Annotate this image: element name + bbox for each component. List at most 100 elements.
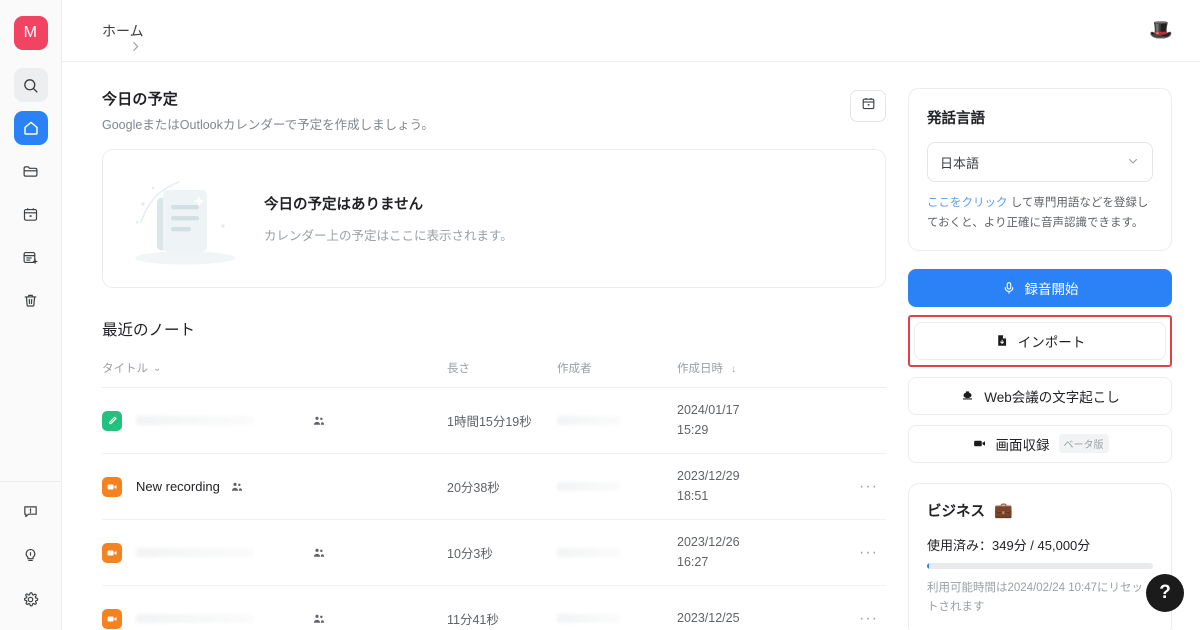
shared-people-icon xyxy=(230,480,244,494)
import-button[interactable]: インポート xyxy=(914,321,1166,360)
usage-progress-bar xyxy=(927,562,1153,569)
connect-calendar-button[interactable] xyxy=(850,90,886,122)
video-icon xyxy=(102,476,122,497)
usage-reset-note: 利用可能時間は2024/02/24 10:47にリセットされます xyxy=(927,581,1144,614)
table-row[interactable]: 10分3秒 2023/12/26 16:27 ··· xyxy=(102,520,886,586)
microphone-icon xyxy=(1002,281,1016,295)
web-meeting-icon xyxy=(960,388,975,403)
empty-state-illustration xyxy=(123,164,258,274)
sidebar-item-search[interactable] xyxy=(13,68,48,102)
start-recording-label: 録音開始 xyxy=(1024,281,1079,297)
today-schedule-heading-text: 今日の予定 GoogleまたはOutlookカレンダーで予定を作成しましょう。 xyxy=(102,88,850,133)
sidebar-item-folder[interactable] xyxy=(14,154,48,188)
cell-length: 1時間15分19秒 xyxy=(447,415,532,429)
table-body: 1時間15分19秒 2024/01/17 15:29 New recording 20分… xyxy=(102,388,886,630)
language-select[interactable]: 日本語 xyxy=(927,142,1153,182)
web-meeting-label: Web会議の文字起こし xyxy=(984,389,1120,405)
start-recording-button[interactable]: 録音開始 xyxy=(908,268,1172,307)
home-icon xyxy=(22,119,40,137)
cell-author xyxy=(557,414,677,428)
glossary-link[interactable]: ここをクリック xyxy=(927,197,1008,209)
sidebar-item-calendar-add[interactable] xyxy=(14,240,48,274)
note-title-redacted xyxy=(136,416,254,425)
page-title: 今日の予定 xyxy=(102,91,179,108)
cell-length: 10分3秒 xyxy=(447,547,493,561)
column-header-length[interactable]: 長さ xyxy=(447,360,557,376)
cell-created: 2024/01/17 15:29 xyxy=(677,403,740,437)
workspace-logo[interactable]: M xyxy=(13,16,48,50)
calendar-icon xyxy=(22,206,39,223)
content-area: 今日の予定 GoogleまたはOutlookカレンダーで予定を作成しましょう。 xyxy=(62,62,1200,630)
sidebar-item-calendar[interactable] xyxy=(14,197,48,231)
recent-notes-title: 最近のノート xyxy=(102,322,196,339)
sidebar-collapse-toggle[interactable] xyxy=(124,38,146,60)
chevron-down-icon: ⌄ xyxy=(153,362,162,374)
web-meeting-transcribe-button[interactable]: Web会議の文字起こし xyxy=(908,376,1172,415)
usage-progress-fill xyxy=(927,562,929,569)
language-select-value: 日本語 xyxy=(940,155,980,171)
today-schedule-subtitle: GoogleまたはOutlookカレンダーで予定を作成しましょう。 xyxy=(102,118,434,132)
note-edit-icon xyxy=(102,410,122,431)
cell-title: New recording xyxy=(102,476,447,497)
cell-author xyxy=(557,546,677,560)
app-root: M ホーム 🎩 今日の予定 GoogleまたはOutlookカレンダーで予定を作… xyxy=(0,0,1200,630)
beta-badge: ベータ版 xyxy=(1058,434,1109,454)
table-row[interactable]: 1時間15分19秒 2024/01/17 15:29 xyxy=(102,388,886,454)
screen-record-button[interactable]: 画面収録 ベータ版 xyxy=(908,424,1172,463)
business-plan-card: ビジネス 💼 使用済み：349分 / 45,000分 利用可能時間は2024/0… xyxy=(908,482,1172,630)
sidebar-item-home[interactable] xyxy=(13,111,48,145)
note-title-redacted xyxy=(136,548,254,557)
column-header-created-label: 作成日時 xyxy=(677,363,723,375)
note-title-redacted xyxy=(136,614,254,623)
column-header-title-label: タイトル xyxy=(102,363,148,375)
video-camera-icon xyxy=(972,436,987,451)
today-schedule-header: 今日の予定 GoogleまたはOutlookカレンダーで予定を作成しましょう。 xyxy=(102,88,886,133)
row-actions-menu[interactable]: ··· xyxy=(817,478,886,496)
search-icon xyxy=(22,77,39,94)
avatar[interactable]: 🎩 xyxy=(1146,16,1176,46)
table-row[interactable]: New recording 20分38秒 2023/12/29 18:51 ··· xyxy=(102,454,886,520)
cell-title xyxy=(102,608,447,629)
right-panel: 発話言語 日本語 ここをクリック して専門用語などを登録しておくと、より正確に音… xyxy=(908,62,1200,630)
cell-created: 2023/12/25 xyxy=(677,610,740,625)
screen-record-label: 画面収録 xyxy=(995,437,1050,453)
chevron-right-icon xyxy=(129,40,142,58)
feedback-icon xyxy=(22,503,39,520)
sidebar-item-trash[interactable] xyxy=(14,283,48,317)
row-actions-menu[interactable]: ··· xyxy=(817,610,886,628)
shared-people-icon xyxy=(312,414,326,428)
table-header-row: タイトル ⌄ 長さ 作成者 作成日時 ↓ xyxy=(102,360,886,388)
gear-icon xyxy=(22,591,39,608)
sidebar-item-settings[interactable] xyxy=(14,582,48,616)
recent-notes-table: タイトル ⌄ 長さ 作成者 作成日時 ↓ 1時間15分19秒 2024/01/17… xyxy=(102,360,886,630)
sidebar-item-tips[interactable] xyxy=(14,538,48,572)
empty-state-texts: 今日の予定はありません カレンダー上の予定はここに表示されます。 xyxy=(264,193,513,244)
speech-language-card: 発話言語 日本語 ここをクリック して専門用語などを登録しておくと、より正確に音… xyxy=(908,88,1172,251)
column-header-title[interactable]: タイトル ⌄ xyxy=(102,360,447,376)
business-plan-header: ビジネス 💼 xyxy=(927,500,1153,521)
column-header-author[interactable]: 作成者 xyxy=(557,360,677,376)
column-header-created[interactable]: 作成日時 ↓ xyxy=(677,360,817,376)
import-highlight-box: インポート xyxy=(908,314,1172,367)
cell-title xyxy=(102,542,447,563)
sort-descending-icon: ↓ xyxy=(731,364,737,375)
sidebar-item-feedback[interactable] xyxy=(14,494,48,528)
today-schedule-empty-card: 今日の予定はありません カレンダー上の予定はここに表示されます。 xyxy=(102,149,886,288)
lightbulb-icon xyxy=(22,547,39,564)
cell-title xyxy=(102,410,447,431)
note-title: New recording xyxy=(136,479,220,494)
row-actions-menu[interactable]: ··· xyxy=(817,544,886,562)
cell-created: 2023/12/29 18:51 xyxy=(677,469,740,503)
table-row[interactable]: 11分41秒 2023/12/25 ··· xyxy=(102,586,886,630)
folder-icon xyxy=(22,163,39,180)
business-plan-name: ビジネス xyxy=(927,503,985,520)
cell-author xyxy=(557,480,677,494)
help-button[interactable]: ? xyxy=(1146,574,1184,612)
usage-text: 使用済み：349分 / 45,000分 xyxy=(927,537,1091,553)
cell-author xyxy=(557,612,677,626)
calendar-icon xyxy=(861,96,876,116)
import-label: インポート xyxy=(1017,334,1086,350)
top-bar: ホーム 🎩 xyxy=(62,0,1200,62)
empty-state-subtitle: カレンダー上の予定はここに表示されます。 xyxy=(264,229,513,243)
import-file-icon xyxy=(995,333,1009,348)
